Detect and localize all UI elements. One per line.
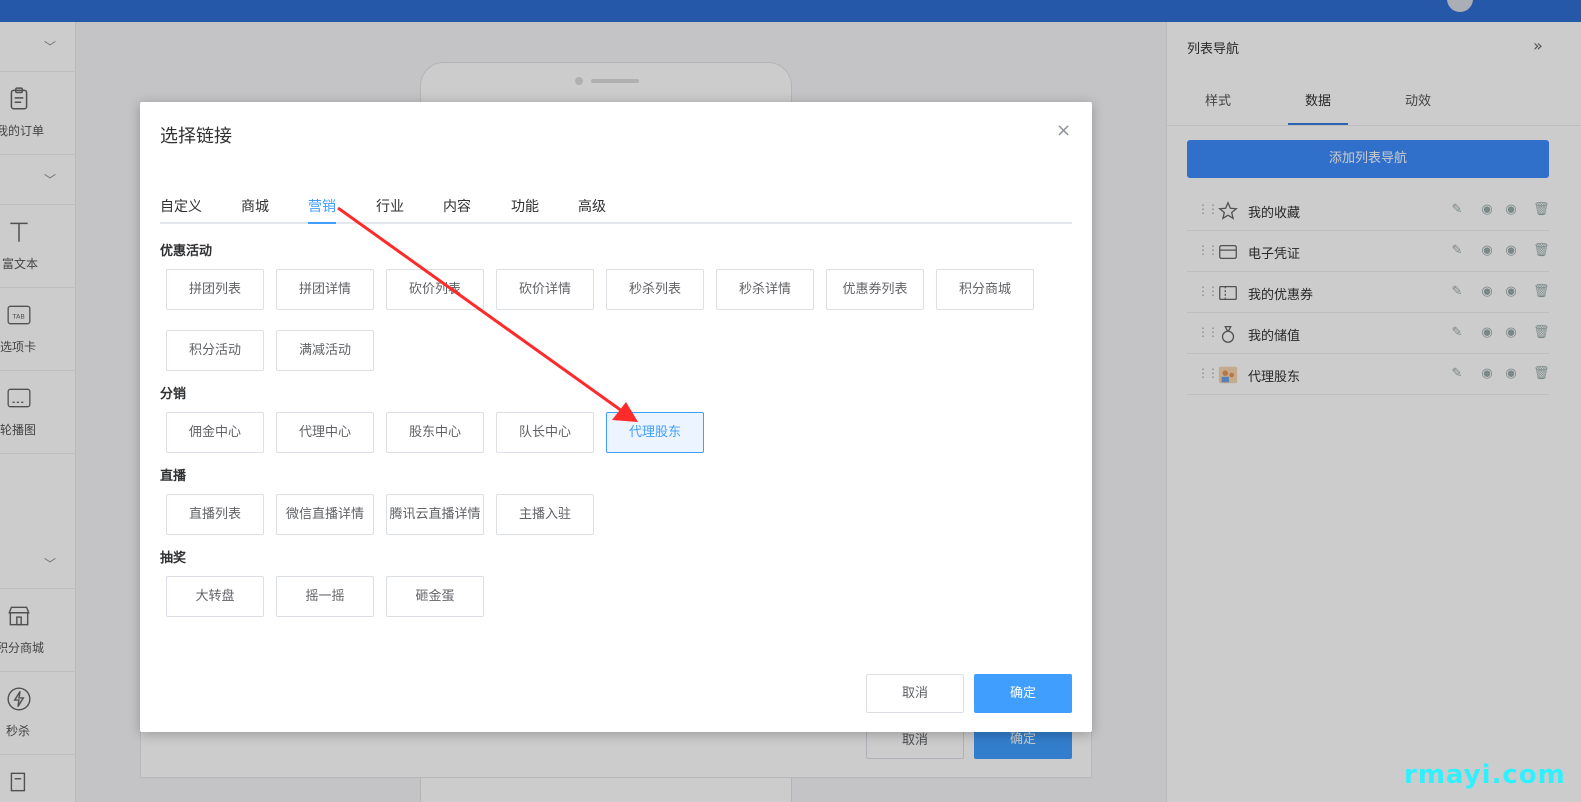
link-option[interactable]: 代理中心 bbox=[276, 412, 374, 453]
link-option[interactable]: 摇一摇 bbox=[276, 576, 374, 617]
link-option[interactable]: 队长中心 bbox=[496, 412, 594, 453]
section-title-lottery: 抽奖 bbox=[160, 551, 187, 566]
tab-marketing[interactable]: 营销 bbox=[308, 196, 336, 216]
link-option[interactable]: 优惠券列表 bbox=[826, 269, 924, 310]
link-option[interactable]: 砍价列表 bbox=[386, 269, 484, 310]
select-link-dialog: 选择链接 × 自定义 商城 营销 行业 内容 功能 高级 优惠活动 拼团列表 拼… bbox=[140, 102, 1092, 732]
link-option[interactable]: 股东中心 bbox=[386, 412, 484, 453]
link-option[interactable]: 积分商城 bbox=[936, 269, 1034, 310]
dialog-title: 选择链接 bbox=[160, 126, 232, 147]
link-option[interactable]: 主播入驻 bbox=[496, 494, 594, 535]
link-option[interactable]: 大转盘 bbox=[166, 576, 264, 617]
dialog-tabs: 自定义 商城 营销 行业 内容 功能 高级 bbox=[160, 194, 1072, 224]
link-option[interactable]: 拼团详情 bbox=[276, 269, 374, 310]
section-title-promotions: 优惠活动 bbox=[160, 244, 213, 259]
link-option-selected[interactable]: 代理股东 bbox=[606, 412, 704, 453]
tab-custom[interactable]: 自定义 bbox=[160, 196, 202, 216]
watermark-text: rmayi.com bbox=[1404, 760, 1566, 790]
link-option[interactable]: 秒杀详情 bbox=[716, 269, 814, 310]
link-option[interactable]: 拼团列表 bbox=[166, 269, 264, 310]
link-option[interactable]: 腾讯云直播详情 bbox=[386, 494, 484, 535]
link-option[interactable]: 砍价详情 bbox=[496, 269, 594, 310]
tab-function[interactable]: 功能 bbox=[511, 196, 539, 216]
link-option[interactable]: 直播列表 bbox=[166, 494, 264, 535]
close-icon[interactable]: × bbox=[1056, 120, 1071, 141]
section-title-distribution: 分销 bbox=[160, 387, 187, 402]
confirm-button[interactable]: 确定 bbox=[974, 674, 1072, 713]
tab-content[interactable]: 内容 bbox=[443, 196, 471, 216]
tab-industry[interactable]: 行业 bbox=[376, 196, 404, 216]
active-tab-indicator bbox=[308, 222, 336, 224]
link-option[interactable]: 佣金中心 bbox=[166, 412, 264, 453]
cancel-button[interactable]: 取消 bbox=[866, 674, 964, 713]
link-option[interactable]: 砸金蛋 bbox=[386, 576, 484, 617]
link-option[interactable]: 积分活动 bbox=[166, 330, 264, 371]
tab-advanced[interactable]: 高级 bbox=[578, 196, 606, 216]
link-option[interactable]: 满减活动 bbox=[276, 330, 374, 371]
tab-mall[interactable]: 商城 bbox=[241, 196, 269, 216]
link-option[interactable]: 秒杀列表 bbox=[606, 269, 704, 310]
link-option[interactable]: 微信直播详情 bbox=[276, 494, 374, 535]
section-title-live: 直播 bbox=[160, 469, 187, 484]
